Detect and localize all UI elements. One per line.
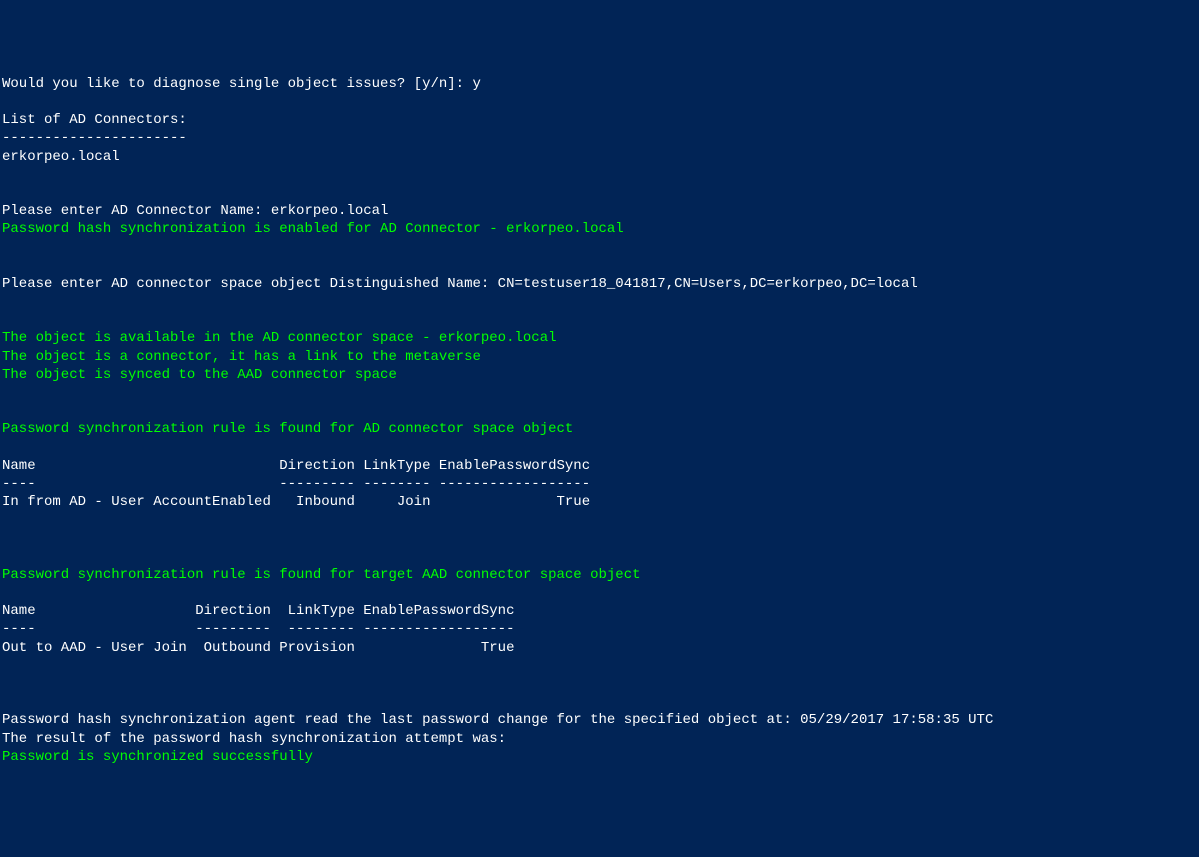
terminal-line-8: Password hash synchronization is enabled…	[2, 220, 1197, 238]
terminal-line-30: ---- --------- -------- ----------------…	[2, 620, 1197, 638]
terminal-line-14: The object is available in the AD connec…	[2, 329, 1197, 347]
terminal-line-24	[2, 511, 1197, 529]
terminal-line-21: Name Direction LinkType EnablePasswordSy…	[2, 457, 1197, 475]
terminal-line-15: The object is a connector, it has a link…	[2, 348, 1197, 366]
terminal-line-3: ----------------------	[2, 129, 1197, 147]
terminal-line-27: Password synchronization rule is found f…	[2, 566, 1197, 584]
terminal-line-12	[2, 293, 1197, 311]
terminal-line-18	[2, 402, 1197, 420]
terminal-line-32	[2, 657, 1197, 675]
terminal-line-5	[2, 166, 1197, 184]
terminal-line-0: Would you like to diagnose single object…	[2, 75, 1197, 93]
terminal-output: Would you like to diagnose single object…	[2, 75, 1197, 766]
terminal-line-1	[2, 93, 1197, 111]
terminal-line-25	[2, 529, 1197, 547]
terminal-line-22: ---- --------- -------- ----------------…	[2, 475, 1197, 493]
terminal-line-34	[2, 693, 1197, 711]
terminal-line-35: Password hash synchronization agent read…	[2, 711, 1197, 729]
terminal-line-37: Password is synchronized successfully	[2, 748, 1197, 766]
terminal-line-2: List of AD Connectors:	[2, 111, 1197, 129]
terminal-line-31: Out to AAD - User Join Outbound Provisio…	[2, 639, 1197, 657]
terminal-line-9	[2, 238, 1197, 256]
terminal-line-28	[2, 584, 1197, 602]
terminal-line-23: In from AD - User AccountEnabled Inbound…	[2, 493, 1197, 511]
terminal-line-10	[2, 257, 1197, 275]
terminal-line-17	[2, 384, 1197, 402]
terminal-line-19: Password synchronization rule is found f…	[2, 420, 1197, 438]
terminal-line-13	[2, 311, 1197, 329]
terminal-line-16: The object is synced to the AAD connecto…	[2, 366, 1197, 384]
terminal-line-26	[2, 548, 1197, 566]
terminal-line-11: Please enter AD connector space object D…	[2, 275, 1197, 293]
terminal-line-4: erkorpeo.local	[2, 148, 1197, 166]
terminal-line-20	[2, 439, 1197, 457]
terminal-line-6	[2, 184, 1197, 202]
terminal-line-29: Name Direction LinkType EnablePasswordSy…	[2, 602, 1197, 620]
terminal-line-7: Please enter AD Connector Name: erkorpeo…	[2, 202, 1197, 220]
terminal-line-33	[2, 675, 1197, 693]
terminal-line-36: The result of the password hash synchron…	[2, 730, 1197, 748]
